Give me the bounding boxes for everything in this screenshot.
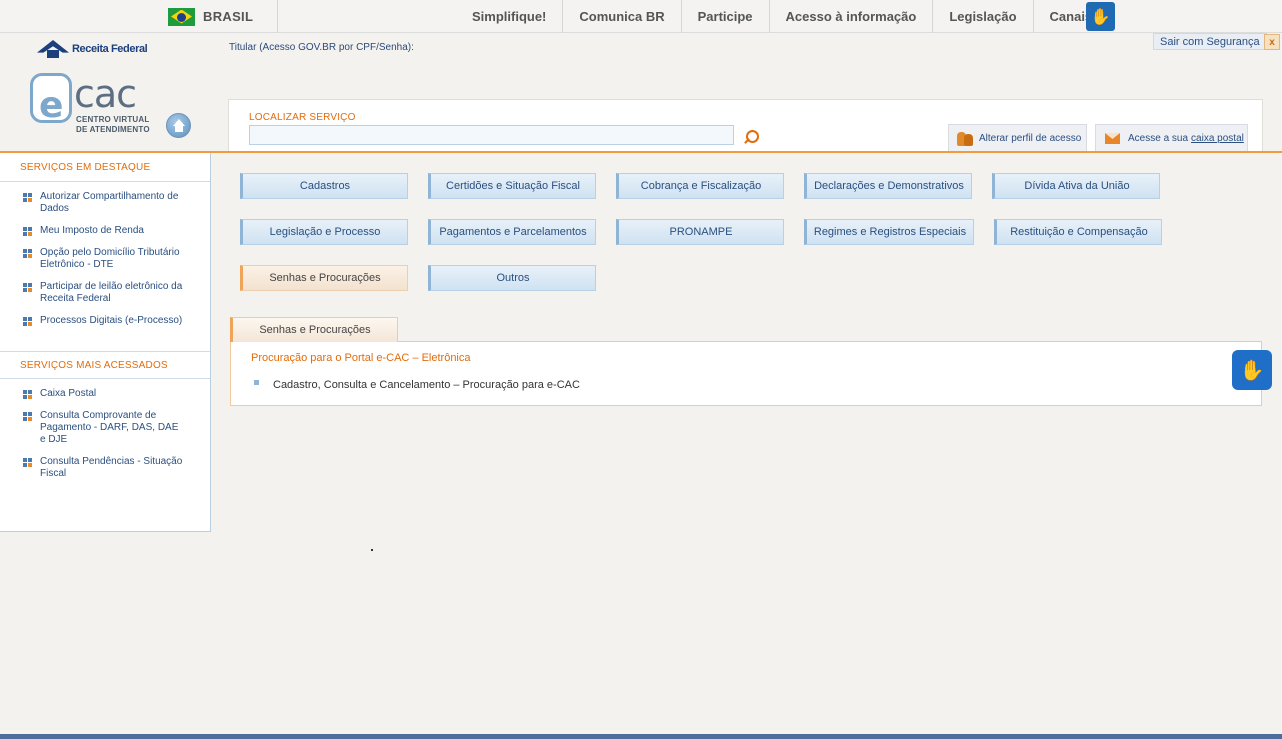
stray-dot (371, 549, 373, 551)
gov-link-simplifique[interactable]: Simplifique! (456, 0, 564, 33)
mailbox-prefix: Acesse a sua (1128, 133, 1189, 144)
most-accessed-list: Caixa Postal Consulta Comprovante de Pag… (0, 379, 210, 480)
change-profile-button[interactable]: Alterar perfil de acesso (948, 124, 1087, 152)
ecac-subtitle-line-2: DE ATENDIMENTO (76, 125, 150, 134)
gov-brasil-link[interactable]: BRASIL (168, 0, 278, 33)
home-icon[interactable] (166, 113, 191, 138)
ecac-subtitle: CENTRO VIRTUAL DE ATENDIMENTO (76, 115, 150, 135)
category-divida-ativa[interactable]: Dívida Ativa da União (992, 173, 1160, 199)
sidebar-item-label: Meu Imposto de Renda (40, 225, 144, 236)
grid-bullet-icon (23, 317, 32, 326)
logout-close-icon[interactable]: x (1264, 34, 1280, 50)
gov-top-bar: BRASIL Simplifique! Comunica BR Particip… (0, 0, 1282, 33)
service-link-procuracao-ecac[interactable]: Cadastro, Consulta e Cancelamento – Proc… (273, 379, 580, 391)
users-icon (957, 131, 973, 146)
change-profile-label: Alterar perfil de acesso (979, 133, 1082, 144)
panel-group-title: Procuração para o Portal e-CAC – Eletrôn… (251, 352, 471, 364)
grid-bullet-icon (23, 283, 32, 292)
sidebar-item-label: Opção pelo Domicílio Tributário Eletrôni… (40, 247, 180, 270)
gov-brasil-label: BRASIL (203, 9, 254, 24)
ecac-logo[interactable]: e cac CENTRO VIRTUAL DE ATENDIMENTO (30, 73, 150, 139)
tab-senhas-procuracoes[interactable]: Senhas e Procurações (230, 317, 398, 342)
bottom-bar (0, 734, 1282, 739)
grid-bullet-icon (23, 249, 32, 258)
sidebar-item-label: Autorizar Compartilhamento de Dados (40, 191, 179, 214)
search-icon[interactable] (742, 128, 759, 145)
envelope-icon (1105, 133, 1120, 144)
category-certidoes[interactable]: Certidões e Situação Fiscal (428, 173, 596, 199)
search-label: LOCALIZAR SERVIÇO (249, 112, 356, 123)
logout-button[interactable]: Sair com Segurança (1153, 33, 1267, 50)
search-input[interactable] (249, 125, 734, 145)
sidebar-item-label: Consulta Pendências - Situação Fiscal (40, 456, 183, 479)
sidebar-item-pendencias[interactable]: Consulta Pendências - Situação Fiscal (0, 456, 210, 480)
sign-language-icon[interactable]: ✋ (1086, 2, 1115, 31)
featured-services-title: SERVIÇOS EM DESTAQUE (0, 153, 210, 182)
receita-emblem-icon (37, 40, 69, 58)
grid-bullet-icon (23, 390, 32, 399)
sidebar-item-e-processo[interactable]: Processos Digitais (e-Processo) (0, 315, 210, 327)
ecac-e-letter: e (39, 85, 64, 126)
category-declaracoes[interactable]: Declarações e Demonstrativos (804, 173, 972, 199)
gov-links: Simplifique! Comunica BR Participe Acess… (456, 0, 1108, 33)
gov-link-legislacao[interactable]: Legislação (933, 0, 1034, 33)
sidebar-item-meu-imposto-de-renda[interactable]: Meu Imposto de Renda (0, 225, 210, 237)
sidebar-item-label: Consulta Comprovante de Pagamento - DARF… (40, 410, 179, 445)
vlibras-icon[interactable]: ✋ (1232, 350, 1272, 390)
sidebar-item-leilao[interactable]: Participar de leilão eletrônico da Recei… (0, 281, 210, 305)
sidebar: SERVIÇOS EM DESTAQUE Autorizar Compartil… (0, 153, 211, 532)
sidebar-item-comprovante-pagamento[interactable]: Consulta Comprovante de Pagamento - DARF… (0, 410, 210, 446)
sidebar-item-dte[interactable]: Opção pelo Domicílio Tributário Eletrôni… (0, 247, 210, 271)
ecac-e-badge: e (30, 73, 72, 126)
sidebar-item-label: Processos Digitais (e-Processo) (40, 315, 183, 326)
list-bullet-icon (254, 380, 259, 385)
gov-link-comunica-br[interactable]: Comunica BR (563, 0, 682, 33)
services-panel: Procuração para o Portal e-CAC – Eletrôn… (230, 341, 1262, 406)
sidebar-item-label: Participar de leilão eletrônico da Recei… (40, 281, 183, 304)
mailbox-link[interactable]: caixa postal (1191, 133, 1244, 144)
grid-bullet-icon (23, 458, 32, 467)
category-outros[interactable]: Outros (428, 265, 596, 291)
ecac-cac-text: cac (74, 72, 137, 116)
category-cadastros[interactable]: Cadastros (240, 173, 408, 199)
search-area: LOCALIZAR SERVIÇO Alterar perfil de aces… (228, 99, 1263, 152)
category-senhas-procuracoes[interactable]: Senhas e Procurações (240, 265, 408, 291)
mailbox-button[interactable]: Acesse a sua caixa postal (1095, 124, 1248, 152)
gov-link-participe[interactable]: Participe (682, 0, 770, 33)
ecac-subtitle-line-1: CENTRO VIRTUAL (76, 115, 150, 124)
category-restituicao[interactable]: Restituição e Compensação (994, 219, 1162, 245)
sidebar-item-autorizar-compartilhamento[interactable]: Autorizar Compartilhamento de Dados (0, 191, 210, 215)
category-regimes[interactable]: Regimes e Registros Especiais (804, 219, 974, 245)
most-accessed-title: SERVIÇOS MAIS ACESSADOS (0, 351, 210, 379)
sidebar-item-label: Caixa Postal (40, 388, 97, 399)
category-legislacao[interactable]: Legislação e Processo (240, 219, 408, 245)
category-pronampe[interactable]: PRONAMPE (616, 219, 784, 245)
grid-bullet-icon (23, 412, 32, 421)
gov-link-acesso-informacao[interactable]: Acesso à informação (770, 0, 934, 33)
brazil-flag-icon (168, 7, 195, 26)
grid-bullet-icon (23, 193, 32, 202)
grid-bullet-icon (23, 227, 32, 236)
featured-services-list: Autorizar Compartilhamento de Dados Meu … (0, 182, 210, 327)
category-pagamentos[interactable]: Pagamentos e Parcelamentos (428, 219, 596, 245)
receita-federal-logo[interactable]: Receita Federal (37, 40, 148, 58)
titular-label: Titular (Acesso GOV.BR por CPF/Senha): (229, 42, 414, 53)
sidebar-item-caixa-postal[interactable]: Caixa Postal (0, 388, 210, 400)
receita-logo-text: Receita Federal (72, 43, 148, 55)
category-cobranca[interactable]: Cobrança e Fiscalização (616, 173, 784, 199)
